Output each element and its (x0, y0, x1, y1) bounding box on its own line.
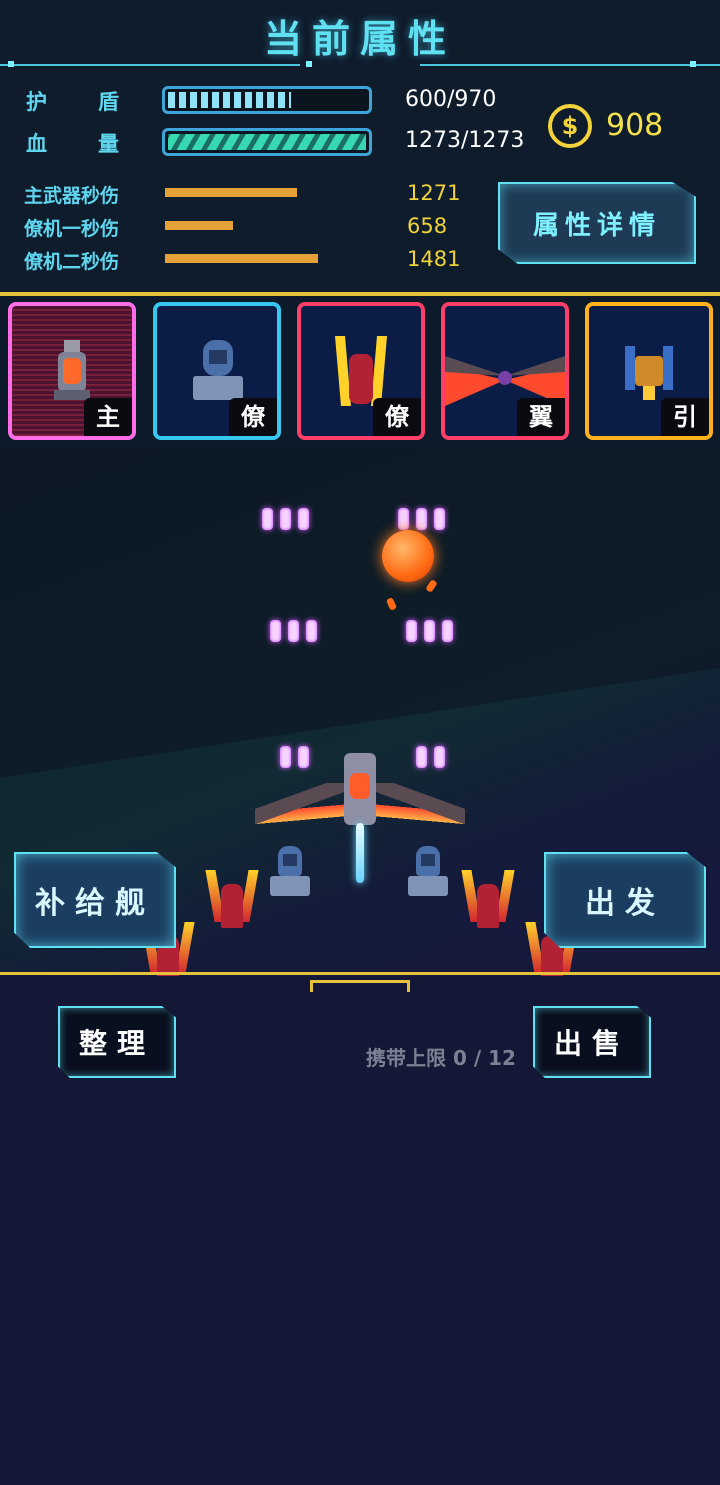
divider-dot (306, 61, 312, 67)
slot-wingman-1[interactable]: 僚 (153, 302, 281, 440)
bullet (416, 508, 427, 530)
fireball-projectile (382, 530, 434, 582)
bottom-divider (0, 972, 720, 975)
main-weapon-dps-label: 主武器秒伤 (24, 185, 120, 207)
wingman-fighter (204, 870, 260, 934)
shield-label-char: 盾 (98, 90, 119, 114)
bullet-group (262, 508, 309, 530)
bullet-group (398, 508, 445, 530)
shield-value: 600/970 (405, 87, 497, 112)
wingman-drone (270, 846, 310, 898)
left-wing (255, 783, 355, 833)
supply-ship-button[interactable]: 补给舰 (14, 852, 176, 948)
page-title: 当前属性 (263, 17, 456, 61)
slot-tag: 僚 (373, 398, 421, 436)
hangar-preview: 补给舰 出发 (0, 448, 720, 976)
bullet (298, 508, 309, 530)
wingman-1-dps-label: 僚机一秒伤 (24, 218, 120, 240)
laser-beam (356, 823, 364, 883)
bullet (398, 508, 409, 530)
bullet (406, 620, 417, 642)
wingman-2-dps-bar (165, 254, 318, 263)
title-divider-left (0, 64, 300, 66)
wingman-drone (408, 846, 448, 898)
stats-panel: 当前属性 护盾 600/970 血量 1273/1273 $ 908 主武器秒伤… (0, 0, 720, 296)
hp-bar (162, 128, 372, 156)
launch-button[interactable]: 出发 (544, 852, 706, 948)
divider-dot (690, 61, 696, 67)
slot-wingman-2[interactable]: 僚 (297, 302, 425, 440)
hp-label-char: 血 (26, 132, 47, 156)
bullet (288, 620, 299, 642)
carry-capacity: 携带上限 0 / 12 (366, 1046, 516, 1070)
wingman-fighter (460, 870, 516, 934)
bullet (434, 508, 445, 530)
slot-tag: 主 (84, 398, 132, 436)
wingman-2-dps-label: 僚机二秒伤 (24, 251, 120, 273)
shield-bar-fill (168, 92, 291, 108)
wingman-2-dps-value: 1481 (407, 247, 461, 271)
shield-label-char: 护 (26, 90, 47, 114)
slot-engine[interactable]: 引 (585, 302, 713, 440)
slot-tag: 僚 (229, 398, 277, 436)
bullet-group (270, 620, 317, 642)
shield-bar (162, 86, 372, 114)
slot-tag: 引 (661, 398, 709, 436)
hp-label: 血量 (26, 128, 170, 158)
wingman-1-dps-bar (165, 221, 233, 230)
sell-button[interactable]: 出售 (533, 1006, 651, 1078)
hp-value: 1273/1273 (405, 128, 525, 153)
wingman-1-dps-value: 658 (407, 214, 448, 238)
main-weapon-dps-bar (165, 188, 297, 197)
hp-label-char: 量 (98, 132, 119, 156)
bullet (424, 620, 435, 642)
bullet (262, 508, 273, 530)
divider-dot (8, 61, 14, 67)
equipment-slots: 主 僚 僚 翼 引 (0, 296, 720, 448)
coin-icon: $ (548, 104, 592, 148)
bullet (306, 620, 317, 642)
ship-core (350, 773, 370, 799)
sort-button[interactable]: 整理 (58, 1006, 176, 1078)
title-divider-right (420, 64, 720, 66)
slot-tag: 翼 (517, 398, 565, 436)
right-wing (365, 783, 465, 833)
attribute-details-button[interactable]: 属性详情 (498, 182, 696, 264)
coin-count: 908 (606, 108, 664, 143)
slot-wings[interactable]: 翼 (441, 302, 569, 440)
bullet-group (406, 620, 453, 642)
divider-notch (310, 980, 410, 992)
shield-label: 护盾 (26, 86, 170, 116)
hp-bar-fill (168, 134, 366, 150)
slot-main-weapon[interactable]: 主 (8, 302, 136, 440)
main-weapon-dps-value: 1271 (407, 181, 461, 205)
bullet (270, 620, 281, 642)
bullet (280, 508, 291, 530)
bullet (442, 620, 453, 642)
